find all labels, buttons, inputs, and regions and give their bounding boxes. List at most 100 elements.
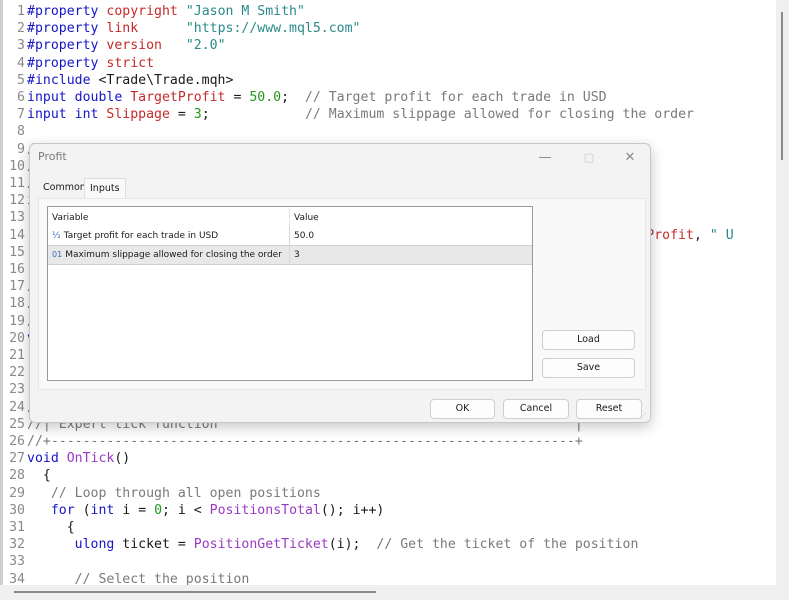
code-token: <Trade\Trade.mqh> xyxy=(98,72,234,88)
line-number: 11 xyxy=(9,176,25,191)
resize-grip-icon[interactable]: ⋰ xyxy=(640,412,648,420)
code-line[interactable]: 32 ulong ticket = PositionGetTicket(i); … xyxy=(3,536,638,553)
vertical-scrollbar-thumb[interactable] xyxy=(781,12,783,160)
line-number: 9 xyxy=(17,141,25,157)
minimize-icon[interactable]: — xyxy=(530,146,560,168)
code-line[interactable]: 28 { xyxy=(3,467,51,484)
code-line[interactable]: 33 xyxy=(3,553,27,570)
code-token: "https://www.mql5.com" xyxy=(185,21,361,37)
save-button[interactable]: Save xyxy=(542,358,635,378)
code-line[interactable]: 6 input double TargetProfit = 50.0; // Ta… xyxy=(3,89,607,106)
column-header-value[interactable]: Value xyxy=(289,209,532,227)
code-line[interactable]: 23 xyxy=(3,381,27,398)
code-line[interactable]: 29 // Loop through all open positions xyxy=(3,485,321,502)
code-token: // Loop through all open positions xyxy=(50,485,321,501)
properties-dialog: Profit — □ ✕ Common Inputs Variable Valu… xyxy=(29,143,651,423)
code-line[interactable]: 8 xyxy=(3,123,27,140)
code-line[interactable]: 3 #property version "2.0" xyxy=(3,37,226,54)
ok-button[interactable]: OK xyxy=(430,399,495,419)
close-icon[interactable]: ✕ xyxy=(615,146,645,168)
code-token: = xyxy=(169,107,194,123)
horizontal-scrollbar[interactable] xyxy=(0,585,789,600)
code-token: #include xyxy=(27,72,99,88)
line-number: 26 xyxy=(9,434,25,449)
code-token: i = xyxy=(114,502,155,518)
value-field[interactable]: 50.0 xyxy=(289,227,532,245)
column-header-variable[interactable]: Variable xyxy=(52,209,288,227)
line-number: 24 xyxy=(9,399,25,415)
code-token: input int xyxy=(27,107,107,123)
code-line[interactable]: 2 #property link "https://www.mql5.com" xyxy=(3,20,360,37)
code-line[interactable]: 31 { xyxy=(3,519,75,536)
line-number: 23 xyxy=(9,382,25,398)
integer-type-icon: 01 xyxy=(52,250,63,259)
line-number: 22 xyxy=(9,365,25,381)
table-row[interactable]: ½ Target profit for each trade in USD 50.… xyxy=(48,227,532,245)
code-token: for xyxy=(50,502,75,518)
code-token: ( xyxy=(74,502,91,518)
line-number: 4 xyxy=(17,55,25,71)
horizontal-scrollbar-thumb[interactable] xyxy=(14,591,376,593)
code-line[interactable]: 5 #include <Trade\Trade.mqh> xyxy=(3,72,233,89)
line-number: 33 xyxy=(9,554,25,570)
code-token: "2.0" xyxy=(185,38,226,54)
line-number: 31 xyxy=(9,520,25,535)
code-token: ulong xyxy=(74,537,115,553)
value-field[interactable]: 3 xyxy=(289,246,532,264)
load-button[interactable]: Load xyxy=(542,330,635,350)
line-number: 8 xyxy=(17,124,25,140)
maximize-icon[interactable]: □ xyxy=(574,146,604,168)
line-number: 27 xyxy=(9,451,25,467)
line-number: 15 xyxy=(9,244,25,260)
line-number: 6 xyxy=(17,90,25,105)
line-number: 32 xyxy=(9,537,25,553)
code-token: #property xyxy=(27,21,107,37)
line-number: 7 xyxy=(17,107,25,123)
code-token: (i); xyxy=(328,537,377,553)
code-line[interactable]: 26//+-----------------------------------… xyxy=(3,433,583,450)
code-token: ; xyxy=(281,90,305,105)
code-token: TargetProfit xyxy=(130,90,226,105)
code-token: ticket = xyxy=(114,537,194,553)
code-token: { xyxy=(27,520,75,535)
line-number: 20 xyxy=(9,330,25,346)
table-header: Variable Value xyxy=(48,209,532,227)
line-number: 34 xyxy=(9,571,25,585)
code-token: 3 xyxy=(193,107,202,123)
code-line[interactable]: 21 xyxy=(3,347,27,364)
table-row[interactable]: 01 Maximum slippage allowed for closing t… xyxy=(48,245,532,265)
code-line[interactable]: 1 #property copyright "Jason M Smith" xyxy=(3,3,305,20)
code-line[interactable]: 13 xyxy=(3,209,27,226)
line-number: 12 xyxy=(9,193,25,209)
code-token: void xyxy=(27,451,67,467)
code-token: #property xyxy=(27,55,107,71)
code-line[interactable]: 4 #property strict xyxy=(3,55,154,72)
code-token: { xyxy=(27,468,51,484)
code-line[interactable]: 30 for (int i = 0; i < PositionsTotal();… xyxy=(3,502,384,519)
tab-inputs[interactable]: Inputs xyxy=(84,178,126,199)
code-token: "Jason M Smith" xyxy=(185,4,305,19)
line-number: 5 xyxy=(17,72,25,88)
code-line[interactable]: 7 input int Slippage = 3; // Maximum slip… xyxy=(3,106,694,123)
reset-button[interactable]: Reset xyxy=(576,399,642,419)
code-token: strict xyxy=(106,55,155,71)
code-line[interactable]: 27 void OnTick() xyxy=(3,450,130,467)
double-type-icon: ½ xyxy=(52,231,61,241)
code-line[interactable]: 15 xyxy=(3,244,27,261)
code-token: version xyxy=(106,38,162,54)
tab-common[interactable]: Common xyxy=(38,178,91,198)
line-number: 25 xyxy=(9,416,25,432)
code-line[interactable]: 16 xyxy=(3,261,27,278)
vertical-scrollbar[interactable] xyxy=(776,0,789,585)
line-number: 19 xyxy=(9,313,25,329)
code-line[interactable]: 34 // Select the position xyxy=(3,571,249,585)
code-line[interactable]: 22 xyxy=(3,364,27,381)
cancel-button[interactable]: Cancel xyxy=(503,399,569,419)
line-number: 13 xyxy=(9,210,25,226)
